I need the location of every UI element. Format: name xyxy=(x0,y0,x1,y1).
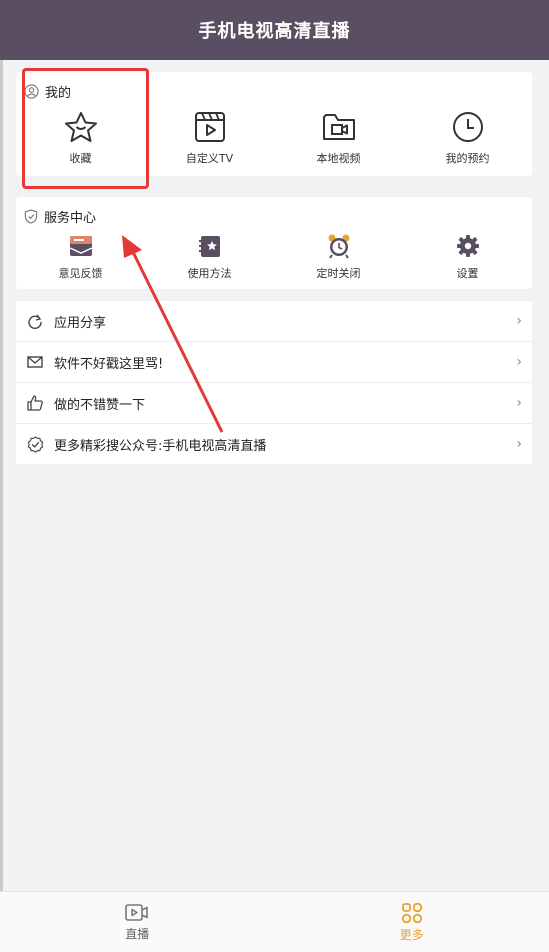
custom-tv-label: 自定义TV xyxy=(186,150,233,166)
chevron-right-icon: › xyxy=(516,436,522,452)
list-label-complain: 软件不好戳这里骂! xyxy=(54,353,516,372)
local-video-label: 本地视频 xyxy=(317,150,361,166)
mail-icon xyxy=(27,354,43,370)
list-item-official-account[interactable]: 更多精彩搜公众号:手机电视高清直播 › xyxy=(16,424,532,464)
folder-video-icon xyxy=(321,110,357,144)
usage-guide-button[interactable]: 使用方法 xyxy=(145,233,274,281)
settings-label: 设置 xyxy=(457,265,479,281)
bottom-tab-bar: 直播 更多 xyxy=(0,891,549,952)
list-label-share: 应用分享 xyxy=(54,312,516,331)
list-label-official-account: 更多精彩搜公众号:手机电视高清直播 xyxy=(54,435,516,454)
feedback-button[interactable]: 意见反馈 xyxy=(16,233,145,281)
left-edge-divider xyxy=(0,60,3,950)
alarm-clock-icon xyxy=(326,233,352,259)
list-item-like[interactable]: 做的不错赞一下 › xyxy=(16,383,532,424)
service-card: 服务中心 意见反馈 使用方法 xyxy=(16,197,532,289)
share-refresh-icon xyxy=(27,313,43,329)
local-video-button[interactable]: 本地视频 xyxy=(274,110,403,166)
verified-badge-icon xyxy=(27,436,44,453)
tab-live-label: 直播 xyxy=(125,925,149,942)
chevron-right-icon: › xyxy=(516,354,522,370)
list-item-complain[interactable]: 软件不好戳这里骂! › xyxy=(16,342,532,383)
chevron-right-icon: › xyxy=(516,313,522,329)
video-file-icon xyxy=(193,110,227,144)
usage-guide-label: 使用方法 xyxy=(188,265,232,281)
sleep-timer-button[interactable]: 定时关闭 xyxy=(274,233,403,281)
clock-icon xyxy=(451,110,485,144)
list-item-share[interactable]: 应用分享 › xyxy=(16,301,532,342)
shield-icon xyxy=(24,209,38,224)
live-video-icon xyxy=(125,903,149,923)
gear-icon xyxy=(455,233,481,259)
service-header: 服务中心 xyxy=(24,207,96,226)
list-label-like: 做的不错赞一下 xyxy=(54,394,516,413)
settings-button[interactable]: 设置 xyxy=(403,233,532,281)
my-reservations-button[interactable]: 我的预约 xyxy=(403,110,532,166)
service-title: 服务中心 xyxy=(44,207,96,226)
tab-more-label: 更多 xyxy=(400,926,424,943)
more-grid-icon xyxy=(401,902,423,924)
thumbs-up-icon xyxy=(27,395,43,411)
custom-tv-button[interactable]: 自定义TV xyxy=(145,110,274,166)
feedback-label: 意见反馈 xyxy=(59,265,103,281)
page-title: 手机电视高清直播 xyxy=(199,17,351,43)
tab-more[interactable]: 更多 xyxy=(275,892,549,952)
my-reservations-label: 我的预约 xyxy=(446,150,490,166)
guide-icon xyxy=(197,233,223,259)
annotation-highlight-box xyxy=(22,68,149,189)
sleep-timer-label: 定时关闭 xyxy=(317,265,361,281)
chevron-right-icon: › xyxy=(516,395,522,411)
feedback-icon xyxy=(68,233,94,259)
tab-live[interactable]: 直播 xyxy=(0,892,275,952)
app-header: 手机电视高清直播 xyxy=(0,0,549,60)
more-list: 应用分享 › 软件不好戳这里骂! › 做的不错赞一下 › 更多精彩搜公众号:手机… xyxy=(16,301,532,464)
